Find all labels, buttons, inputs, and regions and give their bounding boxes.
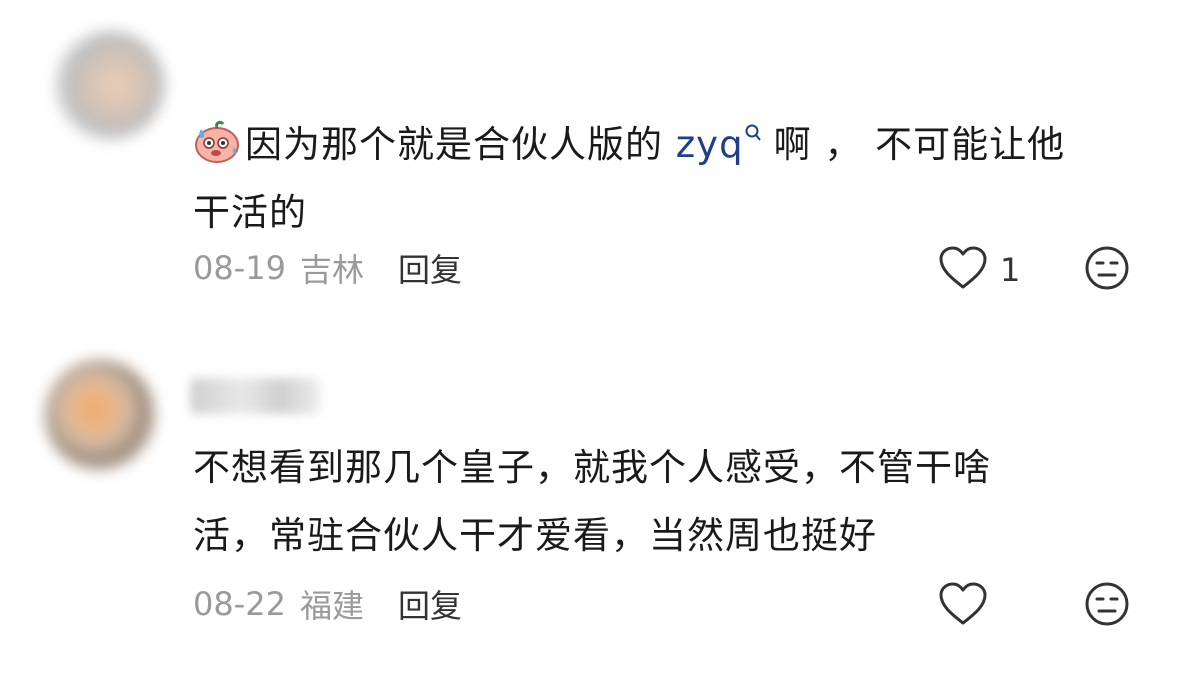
comment-date: 08-19 [193, 249, 286, 287]
sweating-face-emoji-icon [193, 117, 241, 163]
like-button[interactable] [938, 581, 1000, 631]
reply-button[interactable]: 回复 [398, 581, 462, 627]
comment-text: 不想看到那几个皇子，就我个人感受，不管干啥 活，常驻合伙人干才爱看，当然周也挺好 [193, 434, 1133, 570]
like-count: 1 [1000, 251, 1021, 289]
mention-name[interactable]: zyq [676, 123, 744, 166]
comment-text: 因为那个就是合伙人版的 zyq 啊 ， 不可能让他 干活的 [193, 97, 1133, 247]
reply-button[interactable]: 回复 [398, 245, 462, 291]
comment-meta: 08-22 福建 回复 [193, 582, 462, 626]
neutral-face-icon[interactable] [1084, 581, 1130, 631]
comment-date: 08-22 [193, 585, 286, 623]
comment-text-line: 活，常驻合伙人干才爱看，当然周也挺好 [193, 514, 877, 557]
username[interactable] [190, 378, 320, 414]
neutral-face-icon[interactable] [1084, 245, 1130, 295]
heart-outline-icon[interactable] [938, 581, 988, 631]
comment-text-line: 干活的 [193, 191, 307, 234]
comment-meta: 08-19 吉林 回复 [193, 246, 462, 290]
comment-text-line: 不想看到那几个皇子，就我个人感受，不管干啥 [193, 446, 991, 489]
avatar[interactable] [55, 30, 165, 140]
mention-link[interactable]: zyq [676, 123, 744, 166]
comment-location: 福建 [299, 587, 364, 625]
heart-outline-icon[interactable] [938, 245, 988, 295]
avatar[interactable] [45, 360, 155, 470]
search-icon[interactable] [744, 97, 762, 165]
comment-text-part: 因为那个就是合伙人版的 [245, 123, 663, 166]
comment-location: 吉林 [299, 251, 364, 289]
like-button[interactable]: 1 [938, 245, 1020, 295]
comment-text-part: 啊 ， 不可能让他 [773, 123, 1066, 166]
